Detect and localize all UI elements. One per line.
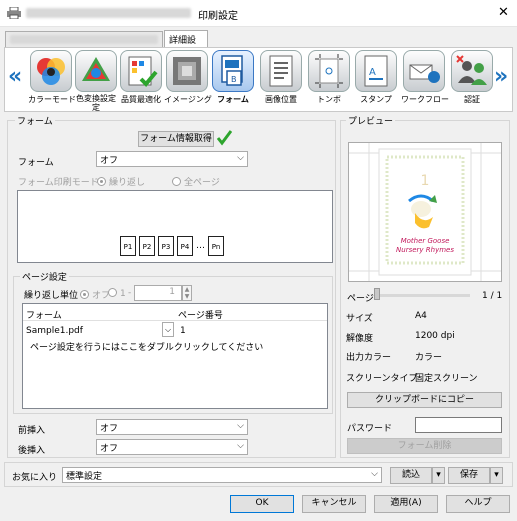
favorites-select[interactable]: 標準設定 ⌵ xyxy=(62,467,382,483)
preview-page-value: 1 / 1 xyxy=(482,291,503,301)
tool-workflow[interactable]: ワークフロー xyxy=(401,50,449,110)
output-color-label: 出力カラー xyxy=(346,353,392,363)
page-settings-title: ページ設定 xyxy=(20,270,69,283)
ok-button[interactable]: OK xyxy=(230,495,294,513)
slider-handle[interactable] xyxy=(374,288,380,300)
page-icon: P1 xyxy=(120,236,136,256)
delete-form-button[interactable]: フォーム削除 xyxy=(347,438,502,454)
print-mode-label: フォーム印刷モード xyxy=(18,178,99,188)
table-hint: ページ設定を行うにはここをダブルクリックしてください xyxy=(30,343,264,353)
tool-imaging[interactable]: イメージング xyxy=(164,50,212,110)
favorites-label: お気に入り xyxy=(12,473,58,483)
image-position-icon xyxy=(260,50,302,92)
tool-form[interactable]: B フォーム xyxy=(210,50,256,110)
form-icon: B xyxy=(212,50,254,92)
output-color-value: カラー xyxy=(415,353,443,363)
close-icon[interactable]: ✕ xyxy=(498,5,509,20)
color-mode-icon xyxy=(30,50,72,92)
page-slider[interactable] xyxy=(374,294,470,297)
tool-color-conversion[interactable]: 色変換設定定 xyxy=(73,50,119,112)
printer-name-blurred xyxy=(26,8,191,18)
page-table[interactable] xyxy=(22,303,328,409)
range-dash: - xyxy=(128,288,132,298)
page-icon: Pn xyxy=(208,236,224,256)
tool-quality[interactable]: 品質最適化 xyxy=(118,50,164,110)
tool-image-position[interactable]: 画像位置 xyxy=(258,50,304,110)
password-input[interactable] xyxy=(415,417,502,433)
screen-type-value: 固定スクリーン xyxy=(415,374,478,384)
repeat-off-radio[interactable]: オフ xyxy=(80,288,110,301)
crop-marks-icon xyxy=(308,50,350,92)
get-form-info-button[interactable]: フォーム情報取得 xyxy=(138,131,214,147)
check-icon xyxy=(216,130,232,146)
tool-stamp[interactable]: A スタンプ xyxy=(353,50,399,110)
mode-all-radio[interactable]: 全ページ xyxy=(172,175,220,188)
chevron-down-icon[interactable]: ⌵ xyxy=(162,322,174,337)
printer-icon xyxy=(7,7,21,19)
front-insert-label: 前挿入 xyxy=(18,426,46,436)
radio-icon xyxy=(80,290,89,299)
mode-repeat-radio[interactable]: 繰り返し xyxy=(97,175,145,188)
imaging-icon xyxy=(166,50,208,92)
table-row-page[interactable]: 1 xyxy=(180,326,186,336)
apply-button[interactable]: 適用(A) xyxy=(374,495,438,513)
preview-page-label: ページ xyxy=(347,294,374,304)
quality-icon xyxy=(120,50,162,92)
form-section-title: フォーム xyxy=(15,114,55,127)
back-insert-select[interactable]: オフ ⌵ xyxy=(96,439,248,455)
resolution-value: 1200 dpi xyxy=(415,331,455,341)
radio-icon xyxy=(97,177,106,186)
screen-type-label: スクリーンタイプ xyxy=(346,374,418,384)
tool-color-mode[interactable]: カラーモード xyxy=(28,50,76,110)
page-icon: P3 xyxy=(158,236,174,256)
svg-text:A: A xyxy=(369,67,376,78)
window-title: 印刷設定 xyxy=(198,11,238,22)
load-menu-icon[interactable]: ▾ xyxy=(432,467,445,484)
load-button[interactable]: 読込 xyxy=(390,467,432,484)
front-insert-select[interactable]: オフ ⌵ xyxy=(96,419,248,435)
tab-advanced[interactable]: 詳細設定 xyxy=(164,30,208,59)
workflow-icon xyxy=(403,50,445,92)
page-icon: P2 xyxy=(139,236,155,256)
chevron-down-icon: ⌵ xyxy=(237,441,244,451)
radio-icon xyxy=(172,177,181,186)
tool-authentication[interactable]: 認証 xyxy=(449,50,495,110)
resolution-label: 解像度 xyxy=(346,334,374,344)
size-value: A4 xyxy=(415,311,427,321)
copy-clipboard-button[interactable]: クリップボードにコピー xyxy=(347,392,502,408)
chevron-down-icon: ⌵ xyxy=(237,421,244,431)
size-label: サイズ xyxy=(346,314,373,324)
save-menu-icon[interactable]: ▾ xyxy=(490,467,503,484)
preview-page-number: 1 xyxy=(421,173,430,189)
color-conversion-icon xyxy=(75,50,117,92)
svg-text:B: B xyxy=(231,75,237,84)
tab-printer[interactable] xyxy=(5,31,163,47)
save-button[interactable]: 保存 xyxy=(448,467,490,484)
preview-title: プレビュー xyxy=(346,114,396,127)
repeat-unit-label: 繰り返し単位 xyxy=(24,291,79,301)
help-button[interactable]: ヘルプ xyxy=(446,495,510,513)
page-sequence: P1 P2 P3 P4 … Pn xyxy=(120,236,224,256)
chevron-down-icon: ⌵ xyxy=(371,469,378,479)
preview-book-title-1: Mother Goose xyxy=(401,237,450,245)
tool-crop-marks[interactable]: トンボ xyxy=(306,50,352,110)
chevron-down-icon: ⌵ xyxy=(237,153,244,163)
page-icon: P4 xyxy=(177,236,193,256)
password-label: パスワード xyxy=(347,424,393,434)
cancel-button[interactable]: キャンセル xyxy=(302,495,366,513)
preview-book-title-2: Nursery Rhymes xyxy=(396,246,454,254)
title-bar: 印刷設定 ✕ xyxy=(0,0,517,27)
repeat-one-radio[interactable]: 1 xyxy=(108,288,126,299)
preview-image: 1 Mother Goose Nursery Rhymes xyxy=(348,142,502,282)
radio-icon xyxy=(108,288,117,297)
table-row-form[interactable]: Sample1.pdf xyxy=(26,326,83,336)
authentication-icon xyxy=(451,50,493,92)
stamp-icon: A xyxy=(355,50,397,92)
repeat-stepper[interactable]: 1 xyxy=(134,285,182,301)
form-select[interactable]: オフ ⌵ xyxy=(96,151,248,167)
stepper-arrows-icon[interactable]: ▲ ▼ xyxy=(182,285,192,301)
back-insert-label: 後挿入 xyxy=(18,446,46,456)
form-label: フォーム xyxy=(18,158,54,168)
